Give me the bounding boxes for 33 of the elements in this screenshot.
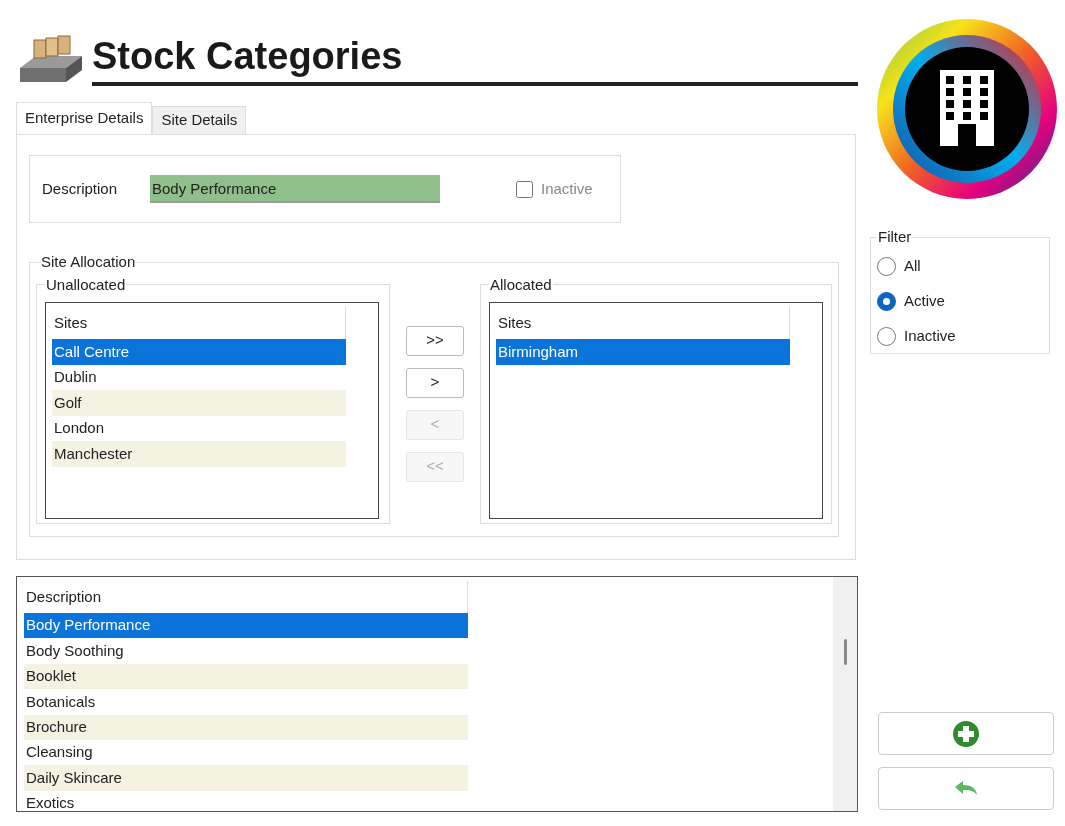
- site-row[interactable]: Call Centre: [52, 339, 346, 365]
- category-list[interactable]: Description Body Performance Body Soothing Booklet Botanicals Brochure Cleansing Daily Skincare Exotics: [16, 576, 858, 812]
- site-row[interactable]: Golf: [52, 390, 346, 416]
- inactive-label: Inactive: [541, 178, 593, 199]
- group-title: Site Allocation: [40, 252, 137, 272]
- plus-icon: [952, 719, 980, 748]
- move-button[interactable]: >: [406, 367, 464, 398]
- tab[interactable]: Enterprise Details: [16, 102, 153, 134]
- radio-button[interactable]: [877, 256, 896, 276]
- site-list[interactable]: Sites Call Centre Dublin Golf London Manchester: [45, 302, 379, 519]
- scrollbar[interactable]: [833, 577, 857, 811]
- radio-button[interactable]: [877, 326, 896, 346]
- category-row[interactable]: Brochure: [24, 714, 468, 740]
- radio-label: Active: [904, 290, 945, 311]
- site-row[interactable]: Manchester: [52, 441, 346, 467]
- group-title: Allocated: [489, 274, 553, 295]
- radio-label: All: [904, 255, 921, 276]
- category-row[interactable]: Booklet: [24, 663, 468, 690]
- description-field[interactable]: Body Performance: [150, 175, 440, 203]
- building-logo-icon: [876, 18, 1058, 200]
- tab[interactable]: Site Details: [152, 106, 247, 134]
- radio-label: Inactive: [904, 325, 956, 346]
- site-row[interactable]: Birmingham: [496, 339, 790, 365]
- site-list[interactable]: Sites Birmingham: [489, 302, 823, 519]
- page-title: Stock Categories: [92, 34, 404, 78]
- group-title: Filter: [877, 227, 913, 247]
- move-button[interactable]: >>: [406, 325, 464, 356]
- category-row[interactable]: Body Performance: [24, 613, 468, 639]
- add-button[interactable]: [878, 712, 1054, 755]
- radio-button[interactable]: [877, 291, 896, 311]
- description-label: Description: [42, 178, 119, 199]
- category-row[interactable]: Daily Skincare: [24, 765, 468, 791]
- group-title: Unallocated: [45, 274, 127, 295]
